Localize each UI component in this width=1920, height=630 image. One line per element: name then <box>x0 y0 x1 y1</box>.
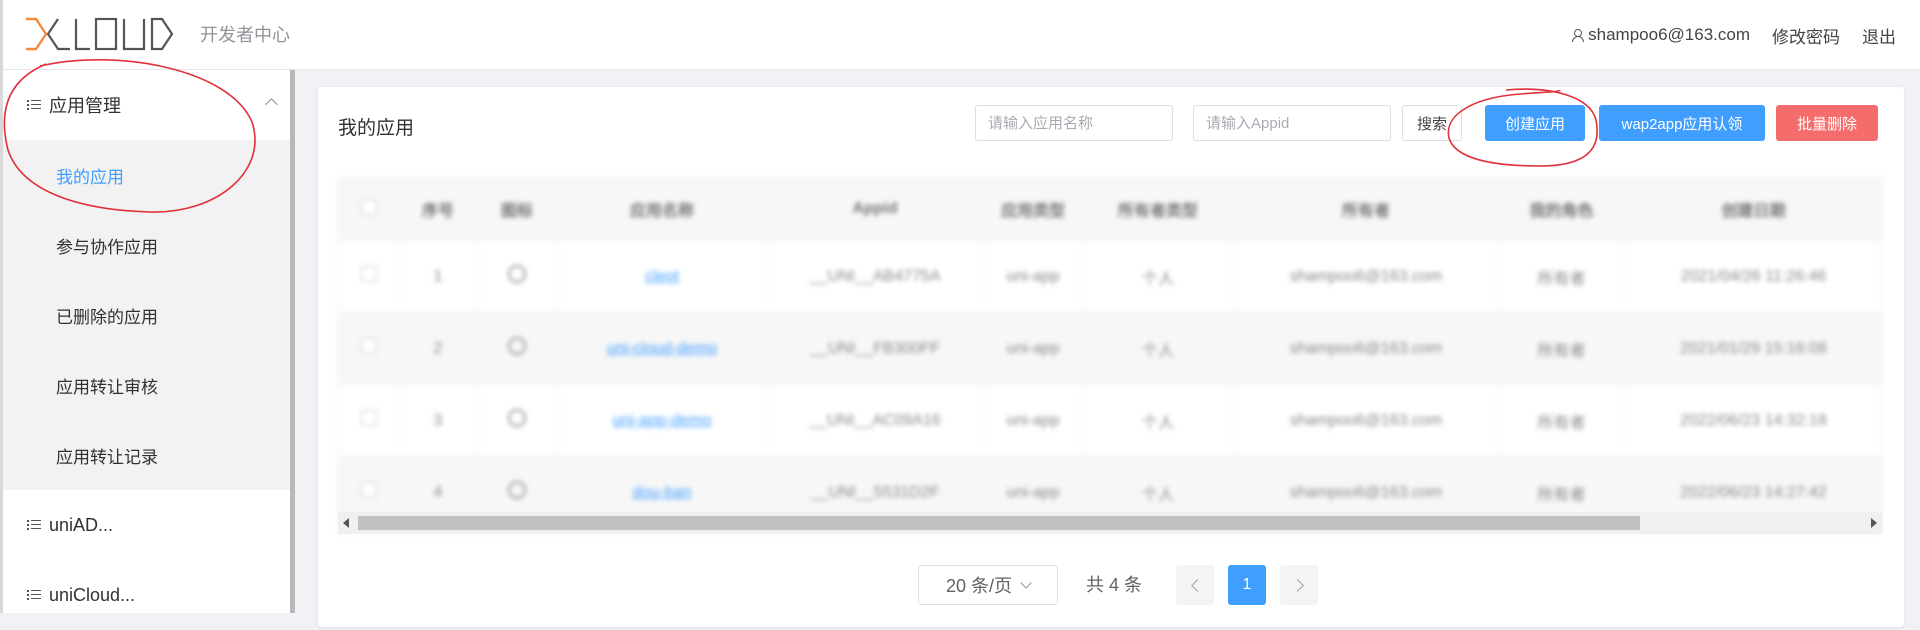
sidebar: 应用管理 我的应用 参与协作应用 已删除的应用 应用转让审核 应用转让记录 un… <box>3 70 295 613</box>
chevron-down-icon <box>1020 577 1032 589</box>
chevron-left-icon <box>1190 578 1204 592</box>
sidebar-item-collab-apps[interactable]: 参与协作应用 <box>3 210 290 280</box>
wap2app-claim-button[interactable]: wap2app应用认领 <box>1599 105 1765 141</box>
prev-page-button[interactable] <box>1176 565 1214 605</box>
horizontal-scrollbar[interactable] <box>338 512 1882 534</box>
list-icon <box>27 589 41 601</box>
owner-type: 个人 <box>1083 312 1234 385</box>
table-row: 2 uni-cloud-demo __UNI__FB300FF uni-app … <box>339 312 1881 385</box>
user-email: shampoo6@163.com <box>1588 25 1750 44</box>
my-role: 所有者 <box>1499 312 1625 385</box>
column-header: 所有者 <box>1233 178 1500 241</box>
table-row: 1 cleot __UNI__AB4775A uni-app 个人 shampo… <box>339 240 1881 313</box>
app-appid: __UNI__FB300FF <box>767 312 984 385</box>
logout-link[interactable]: 退出 <box>1862 23 1896 48</box>
page-size-value: 20 条/页 <box>945 576 1013 596</box>
pagination: 20 条/页 共 4 条 1 <box>318 565 1904 605</box>
dcloud-logo-mark <box>26 17 174 51</box>
sidebar-item-my-apps[interactable]: 我的应用 <box>3 140 290 210</box>
scrollbar-thumb[interactable] <box>358 516 1640 530</box>
list-icon <box>27 99 41 111</box>
scroll-left-icon[interactable] <box>343 518 349 528</box>
user-account[interactable]: shampoo6@163.com <box>1570 25 1750 45</box>
logo-subtitle: 开发者中心 <box>200 25 290 45</box>
scroll-right-icon[interactable] <box>1871 518 1877 528</box>
apps-table: 序号 图标 应用名称 Appid 应用类型 所有者类型 所有者 我的角色 创建日… <box>338 177 1882 534</box>
menu-app-management[interactable]: 应用管理 <box>3 70 290 140</box>
sidebar-item-transfer-records[interactable]: 应用转让记录 <box>3 420 290 490</box>
appid-search-input[interactable] <box>1193 105 1391 141</box>
page-size-select[interactable]: 20 条/页 <box>918 565 1058 605</box>
app-name-link[interactable]: uni-app-demo <box>557 384 768 457</box>
submenu-app-management: 我的应用 参与协作应用 已删除的应用 应用转让审核 应用转让记录 <box>3 140 290 490</box>
app-icon <box>477 312 558 385</box>
app-type: uni-app <box>983 384 1084 457</box>
table-row: 3 uni-app-demo __UNI__AC09A16 uni-app 个人… <box>339 384 1881 457</box>
page-1-button[interactable]: 1 <box>1228 565 1266 605</box>
chevron-right-icon <box>1290 578 1304 592</box>
menu-unicloud[interactable]: uniCloud... <box>3 560 290 630</box>
search-button[interactable]: 搜索 <box>1402 105 1462 141</box>
owner: shampoo6@163.com <box>1233 240 1500 313</box>
batch-delete-button[interactable]: 批量删除 <box>1776 105 1878 141</box>
column-header: 应用类型 <box>983 178 1084 241</box>
owner-type: 个人 <box>1083 384 1234 457</box>
row-index: 2 <box>399 312 478 385</box>
owner-type: 个人 <box>1083 240 1234 313</box>
top-header: 开发者中心 shampoo6@163.com 修改密码 退出 <box>0 0 1920 70</box>
owner: shampoo6@163.com <box>1233 312 1500 385</box>
app-name-link[interactable]: cleot <box>557 240 768 313</box>
change-password-link[interactable]: 修改密码 <box>1772 23 1840 48</box>
app-name-link[interactable]: uni-cloud-demo <box>557 312 768 385</box>
column-header: 序号 <box>399 178 478 241</box>
column-header: 所有者类型 <box>1083 178 1234 241</box>
app-appid: __UNI__AC09A16 <box>767 384 984 457</box>
row-checkbox[interactable] <box>339 240 400 313</box>
owner: shampoo6@163.com <box>1233 384 1500 457</box>
next-page-button[interactable] <box>1280 565 1318 605</box>
app-name-search-input[interactable] <box>975 105 1173 141</box>
row-index: 1 <box>399 240 478 313</box>
menu-uniad[interactable]: uniAD... <box>3 490 290 560</box>
page-title: 我的应用 <box>338 118 415 139</box>
column-header: 应用名称 <box>557 178 768 241</box>
total-count: 共 4 条 <box>1086 575 1143 595</box>
create-app-button[interactable]: 创建应用 <box>1485 105 1585 141</box>
row-checkbox[interactable] <box>339 312 400 385</box>
sidebar-item-deleted-apps[interactable]: 已删除的应用 <box>3 280 290 350</box>
column-header: 图标 <box>477 178 558 241</box>
app-icon <box>477 384 558 457</box>
created-date: 2022/06/23 14:32:18 <box>1624 384 1881 457</box>
my-apps-panel: 我的应用 搜索 创建应用 wap2app应用认领 批量删除 序号 图标 应用名称… <box>318 87 1904 627</box>
list-icon <box>27 519 41 531</box>
table-header-row: 序号 图标 应用名称 Appid 应用类型 所有者类型 所有者 我的角色 创建日… <box>339 178 1881 241</box>
menu-label: uniCloud... <box>49 584 136 605</box>
my-role: 所有者 <box>1499 240 1625 313</box>
created-date: 2021/01/29 15:16:08 <box>1624 312 1881 385</box>
app-type: uni-app <box>983 240 1084 313</box>
my-role: 所有者 <box>1499 384 1625 457</box>
dcloud-logo[interactable]: 开发者中心 <box>24 12 290 56</box>
menu-label: uniAD... <box>49 514 114 535</box>
menu-label: 应用管理 <box>49 96 121 116</box>
app-type: uni-app <box>983 312 1084 385</box>
sidebar-item-transfer-review[interactable]: 应用转让审核 <box>3 350 290 420</box>
user-icon <box>1570 28 1585 42</box>
chevron-up-icon <box>265 98 278 111</box>
column-header: Appid <box>767 178 984 241</box>
column-header[interactable]: 创建日期 <box>1624 178 1881 241</box>
column-header: 我的角色 <box>1499 178 1625 241</box>
select-all-checkbox[interactable] <box>339 178 400 241</box>
row-checkbox[interactable] <box>339 384 400 457</box>
created-date: 2021/04/26 11:26:46 <box>1624 240 1881 313</box>
app-icon <box>477 240 558 313</box>
app-appid: __UNI__AB4775A <box>767 240 984 313</box>
row-index: 3 <box>399 384 478 457</box>
